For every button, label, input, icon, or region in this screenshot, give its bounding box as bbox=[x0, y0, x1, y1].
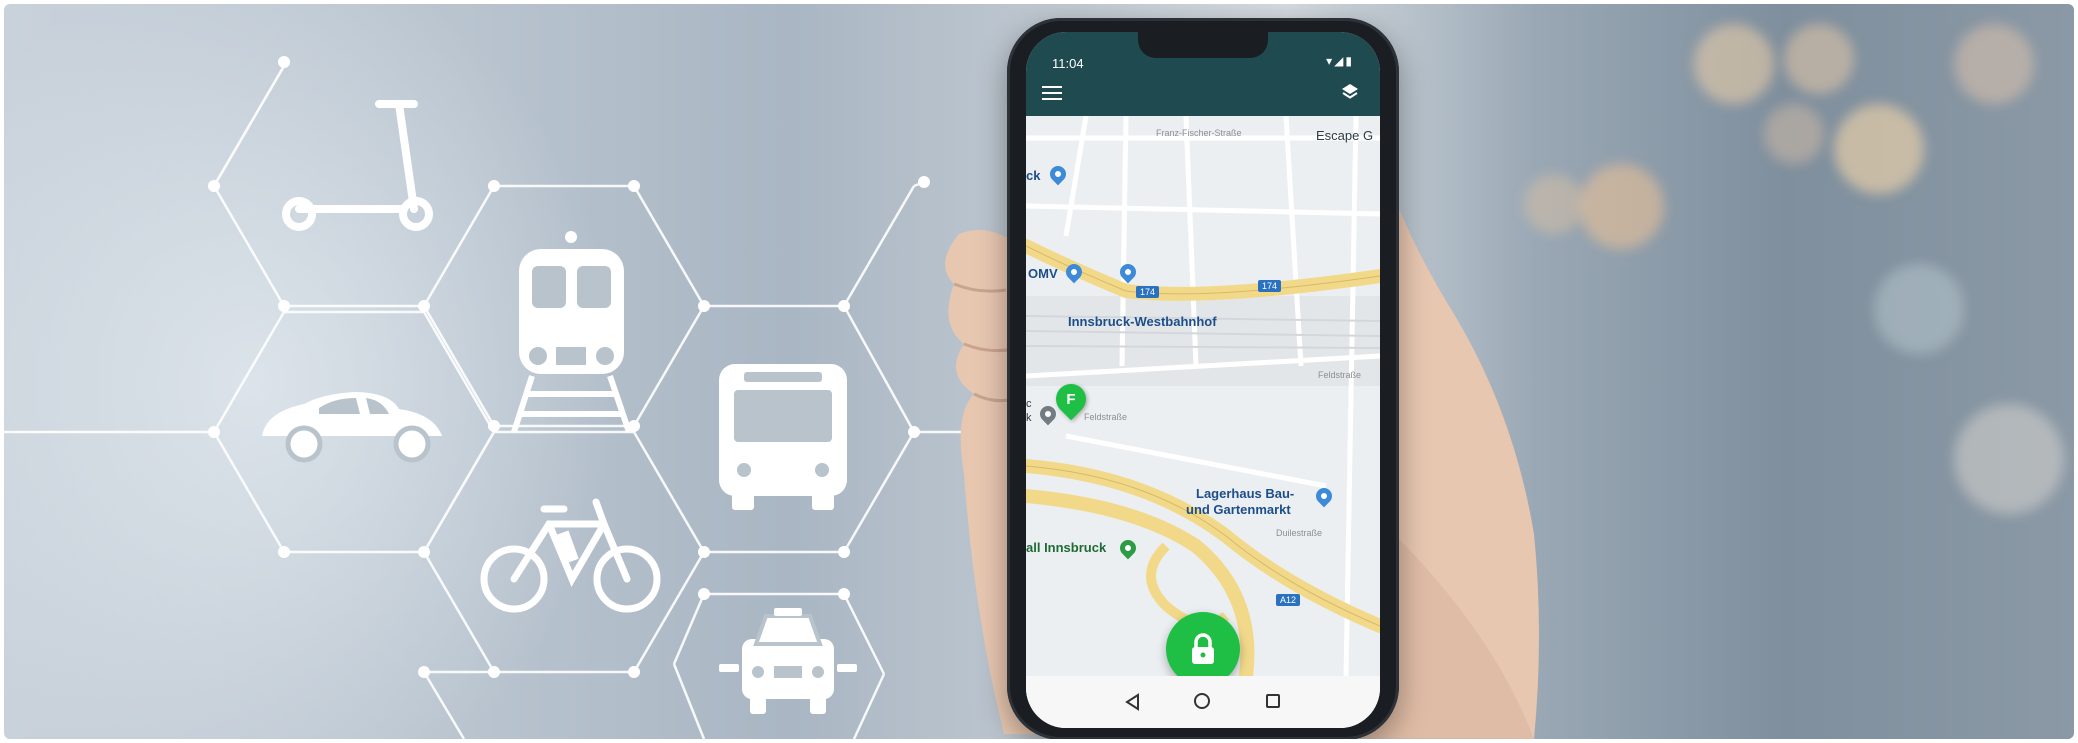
map-poi-label: ck bbox=[1026, 168, 1041, 183]
app-bar bbox=[1026, 72, 1380, 116]
bokeh-light bbox=[1954, 24, 2034, 104]
back-icon[interactable] bbox=[1124, 693, 1140, 711]
recent-apps-icon[interactable] bbox=[1266, 694, 1280, 708]
bokeh-light bbox=[1694, 24, 1774, 104]
map-poi-label: OMV bbox=[1028, 266, 1058, 281]
mobility-hexagon-network bbox=[4, 56, 1044, 739]
map-poi-label: Escape G bbox=[1316, 128, 1374, 143]
map-view[interactable]: Franz-Fischer-Straße Escape G ck OMV 174… bbox=[1026, 116, 1380, 676]
lock-icon bbox=[1192, 633, 1214, 664]
bokeh-light bbox=[1874, 264, 1964, 354]
vehicle-marker-label: F bbox=[1066, 390, 1076, 408]
taxi-icon bbox=[719, 608, 857, 714]
android-nav-bar bbox=[1026, 676, 1380, 728]
signal-battery-icon: ▾◢▮ bbox=[1326, 54, 1354, 68]
map-poi-label: all Innsbruck bbox=[1026, 540, 1107, 555]
hero-banner: 11:04 ▾◢▮ Franz-Fischer-Straße Escape G … bbox=[4, 4, 2074, 739]
bus-icon bbox=[719, 364, 847, 510]
bokeh-light bbox=[1954, 404, 2064, 514]
scooter-icon bbox=[282, 100, 433, 231]
car-icon bbox=[262, 392, 442, 463]
bokeh-light bbox=[1579, 164, 1664, 249]
map-poi-label: c bbox=[1026, 398, 1032, 410]
home-icon[interactable] bbox=[1194, 693, 1210, 709]
phone-notch bbox=[1138, 32, 1268, 58]
map-street-label: Duilestraße bbox=[1276, 528, 1323, 538]
road-number-badge: A12 bbox=[1276, 594, 1301, 606]
smartphone: 11:04 ▾◢▮ Franz-Fischer-Straße Escape G … bbox=[1007, 18, 1399, 739]
lock-button[interactable] bbox=[1166, 612, 1240, 686]
train-icon bbox=[511, 231, 632, 433]
status-time: 11:04 bbox=[1052, 56, 1084, 71]
map-street-label: Feldstraße bbox=[1318, 370, 1362, 380]
road-number-badge: 174 bbox=[1136, 286, 1160, 298]
menu-icon[interactable] bbox=[1042, 86, 1062, 100]
map-poi-label: k bbox=[1026, 412, 1032, 424]
layers-icon[interactable] bbox=[1340, 82, 1360, 102]
bicycle-icon bbox=[480, 498, 661, 613]
map-station-label: Innsbruck-Westbahnhof bbox=[1068, 314, 1217, 329]
vehicle-marker[interactable]: F bbox=[1049, 377, 1093, 421]
road-number-badge: 174 bbox=[1258, 280, 1282, 292]
map-poi-label: und Gartenmarkt bbox=[1186, 502, 1291, 517]
map-street-label: Franz-Fischer-Straße bbox=[1156, 128, 1242, 138]
map-poi-label: Lagerhaus Bau- bbox=[1196, 486, 1295, 501]
bokeh-light bbox=[1784, 24, 1854, 94]
bokeh-light bbox=[1764, 104, 1824, 164]
phone-screen: 11:04 ▾◢▮ Franz-Fischer-Straße Escape G … bbox=[1026, 32, 1380, 728]
bokeh-light bbox=[1834, 104, 1924, 194]
map-street-label: Feldstraße bbox=[1084, 412, 1128, 422]
